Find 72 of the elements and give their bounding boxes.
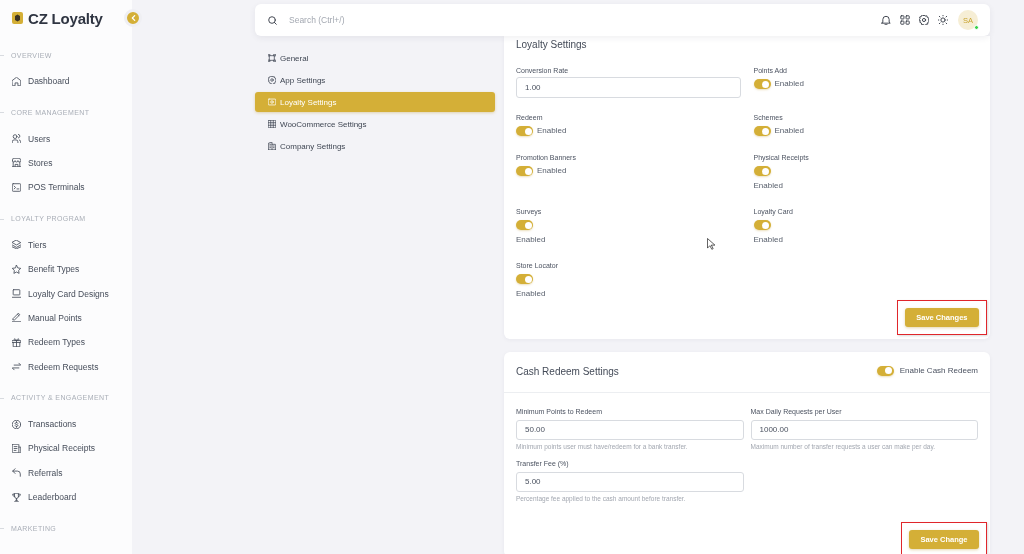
- receipt-icon: [12, 444, 21, 453]
- vector-frame-icon: [268, 54, 276, 62]
- settings-nav-item[interactable]: WooCommerce Settings: [255, 114, 495, 134]
- input-field[interactable]: 5.00: [516, 471, 744, 492]
- building-icon: [268, 142, 276, 150]
- toggle-switch[interactable]: [516, 220, 533, 230]
- bell-icon[interactable]: [881, 15, 891, 25]
- card-icon: [268, 98, 276, 106]
- apps-grid-icon[interactable]: [900, 15, 910, 25]
- toggle-switch[interactable]: [516, 126, 533, 136]
- sidebar-item[interactable]: Tiers: [0, 232, 132, 257]
- gift-icon: [12, 337, 21, 347]
- store-icon: [12, 158, 21, 168]
- toggle-status: Enabled: [516, 234, 546, 246]
- settings-nav-item[interactable]: General: [255, 48, 495, 68]
- toggle-switch[interactable]: [753, 220, 771, 230]
- sidebar-item[interactable]: Dashboard: [0, 69, 132, 94]
- chevron-left-icon: [130, 15, 136, 21]
- sidebar-item[interactable]: Transactions: [0, 411, 132, 437]
- sidebar-item[interactable]: Benefit Types: [0, 256, 132, 282]
- home-icon: [12, 76, 21, 86]
- sidebar-item[interactable]: Loyalty Card Designs: [0, 281, 132, 306]
- toggle-label: Enable Cash Redeem: [899, 364, 978, 377]
- sidebar-item[interactable]: Referrals: [0, 460, 132, 486]
- brand-name: CZ Loyalty: [28, 9, 103, 27]
- toggle-status: Enabled: [537, 165, 567, 177]
- layers-icon: [12, 240, 21, 250]
- pencil-icon: [12, 313, 21, 323]
- logo-icon: [12, 12, 23, 24]
- sidebar-item[interactable]: Users: [0, 126, 132, 151]
- users-icon: [12, 134, 21, 144]
- toggle-switch[interactable]: [516, 166, 533, 176]
- input-field[interactable]: 1.00: [516, 77, 741, 98]
- toggle-status: Enabled: [516, 288, 546, 300]
- sun-icon[interactable]: [938, 15, 948, 25]
- settings-icon[interactable]: [919, 15, 929, 25]
- sidebar-item[interactable]: Physical Receipts: [0, 436, 132, 461]
- reply-arrow-icon: [12, 468, 21, 478]
- toggle-status: Enabled: [753, 180, 783, 192]
- sidebar-item[interactable]: Manual Points: [0, 305, 132, 331]
- card-title: Cash Redeem Settings: [516, 366, 619, 378]
- input-field[interactable]: 50.00: [516, 419, 744, 440]
- grid-icon: [268, 120, 276, 128]
- collapse-button[interactable]: [124, 9, 142, 27]
- toggle-status: Enabled: [774, 125, 804, 137]
- toggle-switch[interactable]: [876, 365, 894, 376]
- settings-nav-item[interactable]: Company Settings: [255, 136, 495, 156]
- swap-arrows-icon: [12, 362, 21, 372]
- search-icon: [268, 15, 277, 25]
- star-icon: [12, 264, 21, 274]
- sidebar-item[interactable]: Redeem Requests: [0, 354, 132, 379]
- sidebar-item[interactable]: Stores: [0, 150, 132, 176]
- input-field[interactable]: 1000.00: [750, 419, 978, 440]
- dollar-coin-icon: [12, 419, 21, 429]
- card-title: Loyalty Settings: [516, 39, 587, 51]
- toggle-status: Enabled: [774, 78, 804, 90]
- toggle-status: Enabled: [753, 234, 783, 246]
- toggle-switch[interactable]: [753, 126, 771, 136]
- trophy-icon: [12, 492, 21, 502]
- sidebar-item[interactable]: Leaderboard: [0, 485, 132, 510]
- toggle-switch[interactable]: [753, 79, 771, 89]
- toggle-switch[interactable]: [753, 166, 771, 176]
- terminal-icon: [12, 182, 21, 192]
- toggle-status: Enabled: [537, 125, 567, 137]
- laptop-icon: [12, 289, 21, 299]
- toggle-switch[interactable]: [516, 274, 533, 284]
- search-field[interactable]: Search (Ctrl+/): [289, 13, 509, 27]
- sidebar-item[interactable]: POS Terminals: [0, 175, 132, 200]
- settings-icon: [268, 76, 276, 84]
- cursor-icon: [707, 238, 715, 250]
- sidebar-item[interactable]: Redeem Types: [0, 330, 132, 355]
- settings-nav-item[interactable]: App Settings: [255, 70, 495, 90]
